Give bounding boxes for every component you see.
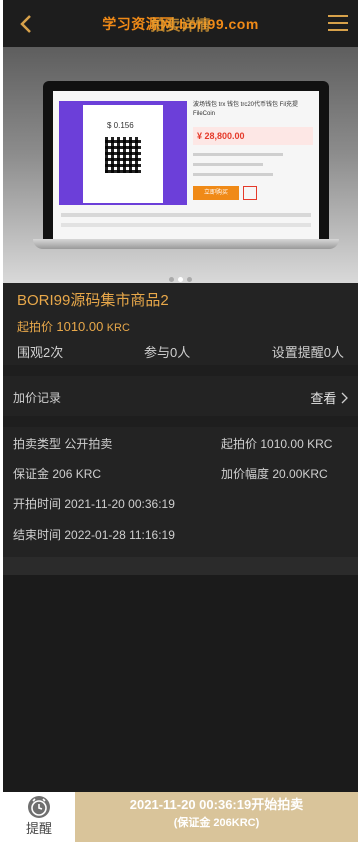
start-price-unit: KRC [106,322,130,334]
open-time-label: 开拍时间 [13,497,62,511]
cart-icon [243,186,257,200]
top-nav-bar: 学习资源网.bori99.com 拍卖详情 [3,0,358,47]
product-image-carousel[interactable]: $ 0.156 波场钱包 trx 钱包 trc20代币钱包 Fil充提 File… [3,47,358,283]
remind-button[interactable]: 提醒 [3,792,75,842]
detail-start-price-value: 1010.00 KRC [260,437,333,451]
bid-increment-value: 20.00KRC [272,467,328,481]
auction-type-value: 公开拍卖 [64,437,113,451]
qr-code-image [105,137,141,173]
deposit-value: 206 KRC [52,467,102,481]
product-info-panel: BORI99源码集市商品2 起拍价 1010.00 KRC 围观2次 参与0人 … [3,283,358,365]
auction-type-label: 拍卖类型 [13,437,62,451]
carousel-indicators [3,269,358,283]
page-title: 拍卖详情 [150,17,211,34]
view-records-link[interactable]: 查看 [310,388,348,407]
divider-strip [3,557,358,575]
bid-increment-label: 加价幅度 [221,467,270,481]
start-price-value: 1010.00 [56,319,104,334]
screen-amount: $ 0.156 [107,121,134,130]
open-time-value: 2021-11-20 00:36:19 [64,497,175,511]
start-price: 起拍价 1010.00 KRC [17,318,130,335]
views-count: 围观2次 [17,345,64,360]
deposit-note-text: (保证金 206KRC) [173,817,260,829]
participants-count: 参与0人 [144,345,191,360]
auction-details-panel: 拍卖类型 公开拍卖 起拍价 1010.00 KRC 保证金 206 KRC 加价… [3,427,358,557]
content-area [3,575,358,792]
carousel-dot[interactable] [187,277,192,282]
alarm-clock-icon [28,796,50,818]
end-time-value: 2022-01-28 11:16:19 [64,528,175,542]
laptop-image: $ 0.156 波场钱包 trx 钱包 trc20代币钱包 Fil充提 File… [33,81,339,251]
reminders-count: 设置提醒0人 [271,345,344,360]
auction-start-time-text: 2021-11-20 00:36:19开始拍卖 [129,797,304,812]
page-title-area: 学习资源网.bori99.com 拍卖详情 [3,14,358,36]
end-time: 结束时间 2022-01-28 11:16:19 [13,526,175,543]
laptop-screen: $ 0.156 波场钱包 trx 钱包 trc20代币钱包 Fil充提 File… [53,91,319,241]
open-time: 开拍时间 2021-11-20 00:36:19 [13,495,175,512]
auction-type: 拍卖类型 公开拍卖 [13,435,112,452]
app-frame: 学习资源网.bori99.com 拍卖详情 $ 0.156 波场钱包 trx 钱… [3,0,358,842]
detail-start-price-label: 起拍价 [221,437,258,451]
carousel-dot-active[interactable] [178,277,183,282]
bid-records-row[interactable]: 加价记录 查看 [3,376,358,416]
auction-start-button[interactable]: 2021-11-20 00:36:19开始拍卖 (保证金 206KRC) [75,792,358,842]
hamburger-menu-icon [328,15,348,31]
bid-increment: 加价幅度 20.00KRC [221,465,328,482]
bid-records-label: 加价记录 [13,391,62,405]
start-price-label: 起拍价 [17,320,54,334]
menu-button[interactable] [328,15,348,31]
screen-product-title: 波场钱包 trx 钱包 trc20代币钱包 Fil充提 FileCoin [193,102,299,117]
deposit-label: 保证金 [13,467,50,481]
screen-buy-button: 立即购买 [193,186,239,200]
chevron-right-icon [341,392,348,404]
carousel-dot[interactable] [169,277,174,282]
end-time-label: 结束时间 [13,528,62,542]
remind-label: 提醒 [25,821,52,836]
detail-start-price: 起拍价 1010.00 KRC [221,435,332,452]
view-records-label: 查看 [310,391,337,406]
screen-price: ¥ 28,800.00 [193,127,313,145]
bottom-action-bar: 提醒 2021-11-20 00:36:19开始拍卖 (保证金 206KRC) [3,792,358,842]
product-name: BORI99源码集市商品2 [17,292,169,309]
deposit: 保证金 206 KRC [13,465,101,482]
